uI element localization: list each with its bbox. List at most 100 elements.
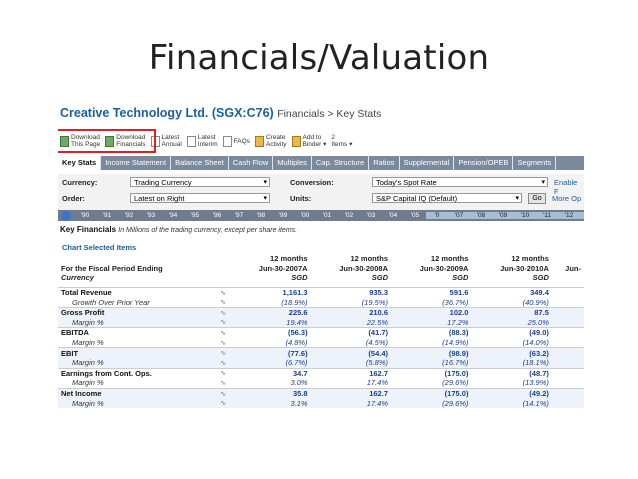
year-10[interactable]: '00	[294, 212, 316, 219]
row-label: Net Income	[58, 387, 217, 399]
chart-toggle-icon[interactable]: ∿	[216, 398, 231, 408]
chart-toggle-icon[interactable]: ∿	[216, 297, 230, 307]
order-select[interactable]: Latest on Right	[130, 193, 270, 203]
chart-toggle-icon[interactable]: ∿	[216, 306, 231, 318]
column-currency-4	[552, 273, 584, 283]
toolbar-label-line1: 2	[331, 134, 336, 141]
year-18[interactable]: '08	[470, 212, 492, 219]
year-21[interactable]: '11	[536, 212, 558, 219]
year-7[interactable]: '97	[228, 212, 250, 219]
year-0[interactable]: '90	[74, 212, 96, 219]
row-label: Margin %	[58, 398, 217, 408]
toolbar-button-label: Latest Annual	[162, 134, 182, 148]
header-spacer	[216, 273, 230, 283]
toolbar-button-5[interactable]: Create Activity	[253, 134, 289, 148]
table-row: Growth Over Prior Year ∿ (18.9%) (19.5%) (36…	[58, 297, 584, 307]
tab-multiples[interactable]: Multiples	[273, 156, 312, 170]
scroll-left-icon[interactable]	[61, 210, 71, 221]
year-22[interactable]: '12	[558, 212, 580, 219]
tab-key-stats[interactable]: Key Stats	[58, 156, 102, 170]
key-financials-heading: Key Financials In Millions of the tradin…	[60, 225, 297, 234]
year-19[interactable]: '09	[492, 212, 514, 219]
year-12[interactable]: '02	[338, 212, 360, 219]
chart-toggle-icon[interactable]: ∿	[216, 347, 231, 358]
table-row: EBITDA ∿ (56.3) (41.7) (88.3) (49.0)	[58, 327, 584, 338]
value-cell	[551, 398, 584, 408]
value-cell: (14.0%)	[522, 338, 549, 348]
value-cell: 35.8	[230, 387, 311, 399]
year-2[interactable]: '92	[118, 212, 140, 219]
toolbar-button-label: FAQs	[234, 138, 250, 145]
tab-balance-sheet[interactable]: Balance Sheet	[171, 156, 229, 170]
value-cell: 225.6	[230, 306, 311, 318]
conversion-label: Conversion:	[290, 178, 334, 187]
value-cell: 87.5	[471, 306, 552, 318]
chart-selected-link[interactable]: Chart Selected Items	[62, 243, 136, 252]
table-row: Margin % ∿ 3.1% 17.4% (29.6%) (14.1%)	[58, 398, 584, 408]
year-23[interactable]: '13	[580, 212, 584, 219]
toolbar-label-line1: Add to	[302, 134, 322, 141]
header-spacer	[216, 254, 230, 264]
year-9[interactable]: '99	[272, 212, 294, 219]
chart-toggle-icon[interactable]: ∿	[216, 338, 230, 348]
value-cell: (98.9)	[391, 347, 472, 358]
chart-toggle-icon[interactable]: ∿	[216, 286, 231, 298]
year-20[interactable]: '10	[514, 212, 536, 219]
toolbar-label-line1: Latest	[161, 134, 180, 141]
tab-income-statement[interactable]: Income Statement	[101, 156, 172, 170]
chart-toggle-icon[interactable]: ∿	[216, 367, 231, 379]
chart-toggle-icon[interactable]: ∿	[216, 387, 231, 399]
tab-pension-opeb[interactable]: Pension/OPEB	[454, 156, 514, 170]
conversion-select[interactable]: Today's Spot Rate	[372, 177, 548, 187]
year-13[interactable]: '03	[360, 212, 382, 219]
value-cell	[551, 357, 584, 369]
toolbar-button-4[interactable]: FAQs	[221, 135, 252, 147]
column-currency-3: SGD	[532, 273, 549, 283]
tab-segments[interactable]: Segments	[513, 156, 557, 170]
tab-cap-structure[interactable]: Cap. Structure	[312, 156, 370, 170]
year-6[interactable]: '96	[206, 212, 228, 219]
tab-supplemental[interactable]: Supplemental	[400, 156, 455, 170]
units-select[interactable]: S&P Capital IQ (Default)	[372, 193, 522, 203]
faq-icon	[222, 135, 232, 147]
toolbar-button-6[interactable]: Add to Binder ▾	[290, 134, 329, 148]
table-row: Gross Profit ∿ 225.6 210.6 102.0 87.5	[58, 306, 584, 318]
go-button[interactable]: Go	[528, 193, 546, 204]
toolbar-button-3[interactable]: Latest Interim	[185, 134, 220, 148]
year-1[interactable]: '91	[96, 212, 118, 219]
chart-toggle-icon[interactable]: ∿	[216, 317, 231, 328]
chart-toggle-icon[interactable]: ∿	[216, 378, 230, 388]
table-row: Net Income ∿ 35.8 162.7 (175.0) (49.2)	[58, 387, 584, 399]
chart-toggle-icon[interactable]: ∿	[216, 327, 231, 338]
year-16[interactable]: '0	[426, 212, 448, 219]
value-cell: (5.8%)	[310, 357, 391, 369]
year-17[interactable]: '07	[448, 212, 470, 219]
column-period-4	[552, 254, 584, 264]
tab-ratios[interactable]: Ratios	[369, 156, 400, 170]
column-period-2: 12 months	[430, 254, 469, 264]
year-4[interactable]: '94	[162, 212, 184, 219]
more-options-link[interactable]: More Op	[552, 194, 581, 203]
value-cell: (49.2)	[471, 387, 552, 399]
year-3[interactable]: '93	[140, 212, 162, 219]
toolbar-button-label: Create Activity	[266, 134, 287, 148]
year-11[interactable]: '01	[316, 212, 338, 219]
chart-toggle-icon[interactable]: ∿	[216, 357, 231, 369]
key-financials-note: In Millions of the trading currency, exc…	[118, 227, 298, 234]
year-15[interactable]: '05	[404, 212, 426, 219]
currency-select[interactable]: Trading Currency	[130, 177, 270, 187]
toolbar-button-7[interactable]: 2 Items ▾	[329, 134, 354, 148]
page-header: Creative Technology Ltd. (SGX:C76) Finan…	[60, 106, 381, 120]
value-cell: (29.6%)	[442, 378, 469, 388]
header-row-2: For the Fiscal Period Ending Jun-30-2007A…	[58, 264, 584, 274]
tab-cash-flow[interactable]: Cash Flow	[229, 156, 274, 170]
column-currency-1: SGD	[371, 273, 388, 283]
year-slider[interactable]: '90'91'92'93'94'95'96'97'98'99'00'01'02 '…	[58, 210, 584, 221]
year-14[interactable]: '04	[382, 212, 404, 219]
year-5[interactable]: '95	[184, 212, 206, 219]
year-8[interactable]: '98	[250, 212, 272, 219]
row-label: Earnings from Cont. Ops.	[58, 367, 217, 379]
value-cell	[551, 327, 584, 338]
value-cell	[551, 306, 584, 318]
slide-title: Financials/Valuation	[148, 38, 490, 78]
